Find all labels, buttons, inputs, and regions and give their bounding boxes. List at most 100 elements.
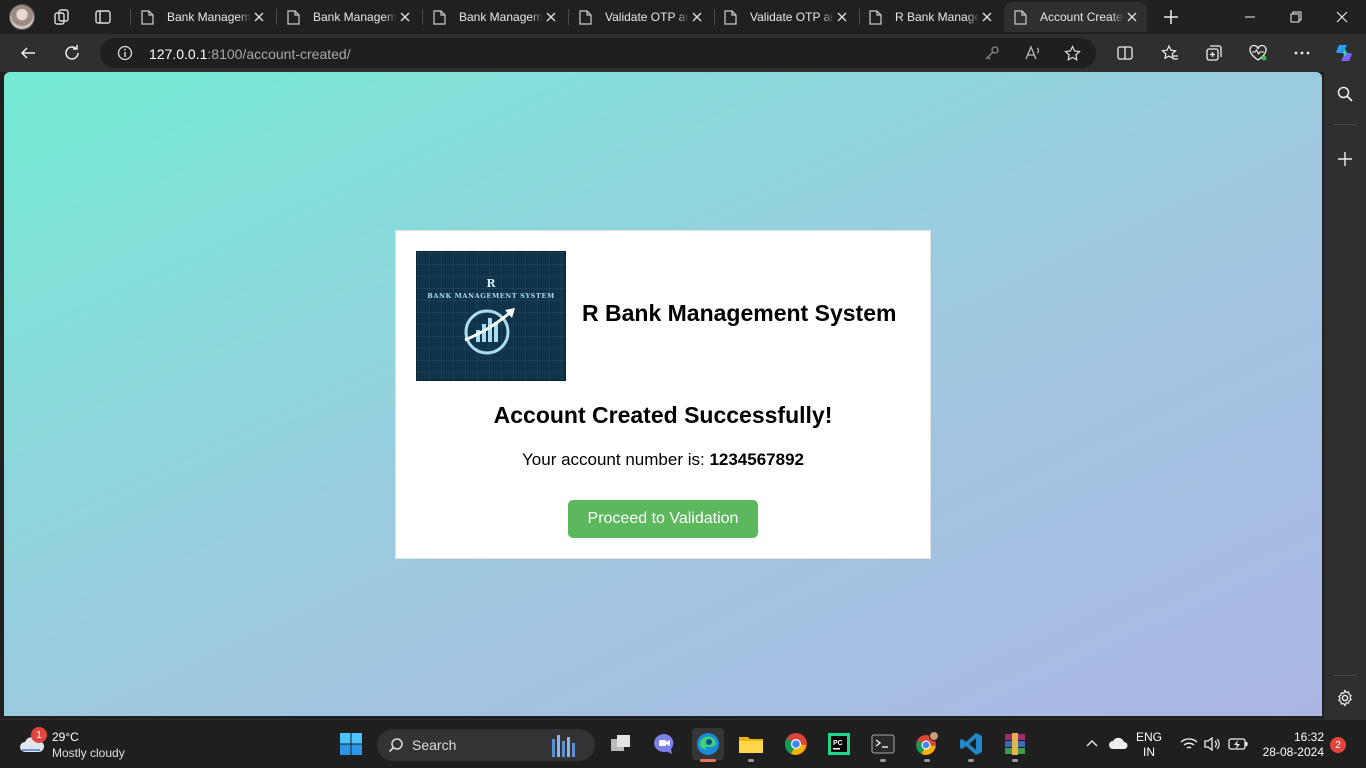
volume-icon[interactable]: [1203, 736, 1221, 757]
file-explorer-app[interactable]: [735, 728, 767, 762]
favorite-star-icon[interactable]: [1064, 45, 1081, 62]
tab-title: Bank Management: [459, 10, 543, 24]
logo-text: BANK MANAGEMENT SYSTEM: [427, 292, 555, 300]
growth-chart-icon: [464, 308, 515, 355]
tab-validate-otp-2[interactable]: Validate OTP and: [714, 2, 857, 32]
url-text: 127.0.0.1:8100/account-created/: [149, 46, 351, 62]
tab-validate-otp-1[interactable]: Validate OTP and: [569, 2, 712, 32]
page-icon: [287, 9, 300, 25]
close-window-icon[interactable]: [1322, 4, 1362, 30]
tab-actions-icon[interactable]: [92, 6, 114, 28]
show-hidden-icons-chevron-icon[interactable]: [1084, 736, 1100, 757]
vscode-app[interactable]: [955, 728, 987, 762]
edge-app[interactable]: [692, 728, 724, 762]
address-bar[interactable]: 127.0.0.1:8100/account-created/: [100, 38, 1096, 68]
bank-logo: R BANK MANAGEMENT SYSTEM: [416, 251, 566, 381]
page-icon: [724, 9, 737, 25]
chrome-app[interactable]: [780, 728, 812, 760]
tab-title: Validate OTP and: [605, 10, 689, 24]
tab-bank-management-3[interactable]: Bank Management: [423, 2, 566, 32]
terminal-app[interactable]: [867, 728, 899, 762]
winrar-app[interactable]: [999, 728, 1031, 762]
clock[interactable]: 16:32 28-08-2024: [1258, 730, 1324, 760]
clock-time: 16:32: [1293, 730, 1324, 744]
sidebar-settings-gear-icon[interactable]: [1333, 686, 1357, 710]
success-heading: Account Created Successfully!: [493, 402, 833, 428]
pycharm-app[interactable]: PC: [823, 728, 855, 760]
profile-avatar[interactable]: [9, 4, 35, 30]
tab-title: Validate OTP and: [750, 10, 834, 24]
tab-bank-management-2[interactable]: Bank Management: [277, 2, 420, 32]
teams-chat-app[interactable]: [648, 728, 680, 760]
tab-strip: Bank Management Bank Management Bank Man…: [0, 0, 1366, 34]
new-tab-icon[interactable]: [1160, 6, 1182, 28]
windows-taskbar: 1 29°C Mostly cloudy Search PC ENG IN 16…: [0, 719, 1366, 768]
close-tab-icon[interactable]: [252, 10, 266, 24]
language-indicator[interactable]: ENG IN: [1136, 730, 1162, 760]
notification-badge[interactable]: 2: [1330, 737, 1346, 753]
page-icon: [869, 9, 882, 25]
key-icon[interactable]: [984, 45, 1000, 61]
search-highlight-icon: [552, 735, 575, 757]
close-tab-icon[interactable]: [544, 10, 558, 24]
restore-icon[interactable]: [1276, 4, 1316, 30]
tab-title: Bank Management: [167, 10, 251, 24]
close-tab-icon[interactable]: [980, 10, 994, 24]
battery-charging-icon[interactable]: [1228, 737, 1248, 756]
weather-badge: 1: [31, 727, 47, 743]
wifi-icon[interactable]: [1180, 737, 1198, 756]
account-number-line: Your account number is: 1234567892: [396, 450, 930, 470]
edge-sidebar: [1324, 72, 1366, 719]
tab-title: R Bank Management: [895, 10, 979, 24]
page-icon: [1014, 9, 1027, 25]
lang-region: IN: [1143, 745, 1155, 759]
tab-title: Bank Management: [313, 10, 397, 24]
back-icon[interactable]: [16, 41, 40, 65]
account-number-label: Your account number is:: [522, 450, 705, 469]
account-created-card: R BANK MANAGEMENT SYSTEM R Bank Manageme…: [395, 230, 931, 559]
brand-title: R Bank Management System: [582, 300, 897, 326]
copilot-icon[interactable]: [1332, 41, 1356, 65]
lang-code: ENG: [1136, 730, 1163, 744]
search-icon: [388, 738, 403, 753]
close-tab-icon[interactable]: [835, 10, 849, 24]
browser-essentials-icon[interactable]: [1246, 41, 1270, 65]
temperature: 29°C: [52, 730, 79, 744]
sidebar-add-icon[interactable]: [1333, 147, 1357, 171]
settings-more-icon[interactable]: [1290, 41, 1314, 65]
svg-text:PC: PC: [833, 740, 843, 747]
info-icon[interactable]: [117, 45, 133, 61]
tab-r-bank-management[interactable]: R Bank Management: [859, 2, 1002, 32]
tab-bank-management-1[interactable]: Bank Management: [131, 2, 274, 32]
taskbar-search[interactable]: Search: [377, 729, 595, 761]
split-screen-icon[interactable]: [1113, 41, 1137, 65]
page-icon: [141, 9, 154, 25]
workspaces-icon[interactable]: [51, 6, 73, 28]
close-tab-icon[interactable]: [1125, 10, 1139, 24]
search-label: Search: [412, 737, 457, 753]
proceed-to-validation-button[interactable]: Proceed to Validation: [568, 500, 758, 538]
minimize-icon[interactable]: [1230, 4, 1270, 30]
refresh-icon[interactable]: [60, 41, 84, 65]
collections-icon[interactable]: [1202, 41, 1226, 65]
chrome-profile-app[interactable]: [911, 728, 943, 762]
close-tab-icon[interactable]: [690, 10, 704, 24]
weather-condition: Mostly cloudy: [52, 746, 125, 760]
start-button[interactable]: [335, 728, 367, 760]
favorites-icon[interactable]: [1158, 41, 1182, 65]
page-viewport: R BANK MANAGEMENT SYSTEM R Bank Manageme…: [4, 72, 1322, 716]
logo-letter: R: [486, 277, 496, 290]
read-aloud-icon[interactable]: [1024, 45, 1042, 61]
tab-title: Account Created: [1040, 10, 1124, 24]
close-tab-icon[interactable]: [398, 10, 412, 24]
page-icon: [433, 9, 446, 25]
windows-logo-icon: [340, 733, 362, 755]
task-view-app[interactable]: [605, 728, 637, 760]
account-number-value: 1234567892: [709, 450, 804, 469]
page-icon: [579, 9, 592, 25]
onedrive-cloud-icon[interactable]: [1108, 736, 1128, 755]
clock-date: 28-08-2024: [1262, 745, 1324, 759]
browser-toolbar: 127.0.0.1:8100/account-created/: [0, 34, 1366, 72]
tab-account-created[interactable]: Account Created: [1004, 2, 1147, 32]
sidebar-search-icon[interactable]: [1333, 82, 1357, 106]
